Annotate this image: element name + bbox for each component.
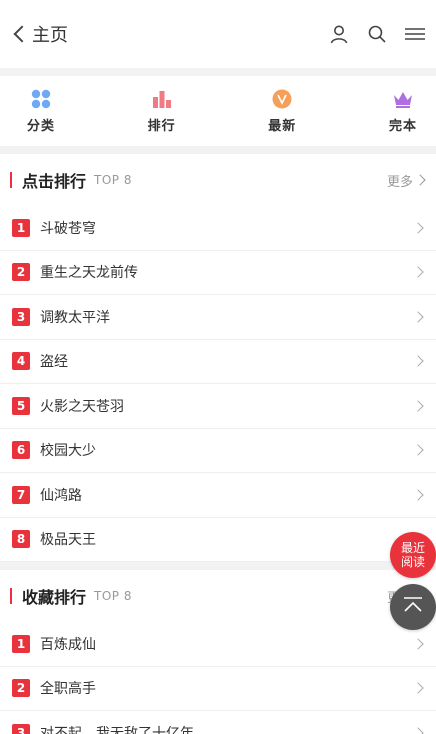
more-link[interactable]: 更多 <box>386 171 426 190</box>
section-header: 收藏排行 TOP 8 更多 <box>0 570 436 622</box>
list-item-left: 1 百炼成仙 <box>12 634 96 654</box>
new-badge-icon <box>271 88 293 110</box>
category-dots-icon <box>30 88 52 110</box>
chevron-right-icon <box>414 174 426 186</box>
list-item[interactable]: 3 调教太平洋 <box>0 295 436 340</box>
list-item[interactable]: 1 斗破苍穹 <box>0 206 436 251</box>
nav-newest[interactable]: 最新 <box>259 88 305 134</box>
list-item[interactable]: 2 全职高手 <box>0 667 436 711</box>
list-item-left: 2 重生之天龙前传 <box>12 262 138 282</box>
book-title: 全职高手 <box>40 681 96 698</box>
title-accent-bar <box>10 172 12 188</box>
nav-ranking-label: 排行 <box>147 119 176 134</box>
chevron-right-icon <box>412 638 424 650</box>
book-title: 百炼成仙 <box>40 636 96 653</box>
list-item-left: 7 仙鸿路 <box>12 485 82 505</box>
list-item-left: 8 极品天王 <box>12 529 96 549</box>
book-title: 极品天王 <box>40 532 96 549</box>
chevron-right-icon <box>412 727 424 734</box>
list-item-left: 4 盗经 <box>12 351 68 371</box>
header-actions <box>328 23 426 45</box>
list-item-left: 3 调教太平洋 <box>12 307 110 327</box>
search-icon[interactable] <box>366 23 388 45</box>
rank-badge: 2 <box>12 679 30 698</box>
top-header: 主页 <box>0 0 436 68</box>
book-title: 火影之天苍羽 <box>40 398 124 415</box>
chevron-right-icon <box>412 355 424 367</box>
nav-category[interactable]: 分类 <box>18 88 64 134</box>
nav-completed-label: 完本 <box>388 119 417 134</box>
nav-category-label: 分类 <box>26 119 55 134</box>
rank-badge: 5 <box>12 396 30 415</box>
collect-rank-list: 1 百炼成仙 2 全职高手 3 对不起，我无敌了十亿年 <box>0 622 436 734</box>
section-title: 收藏排行 TOP 8 <box>10 584 132 608</box>
nav-newest-label: 最新 <box>268 119 297 134</box>
section-subtitle: TOP 8 <box>94 589 132 603</box>
divider <box>0 68 436 76</box>
list-item-left: 3 对不起，我无敌了十亿年 <box>12 723 194 734</box>
click-rank-section: 点击排行 TOP 8 更多 1 斗破苍穹 2 重生之天龙前传 3 调教太平洋 4 盗经 5 火影之… <box>0 154 436 562</box>
rank-badge: 1 <box>12 634 30 653</box>
category-nav: 分类 排行 最新 完本 <box>0 76 436 146</box>
list-item[interactable]: 8 极品天王 <box>0 518 436 562</box>
click-rank-list: 1 斗破苍穹 2 重生之天龙前传 3 调教太平洋 4 盗经 5 火影之天苍羽 6 校园大少 7 仙鸿路 8 极… <box>0 206 436 562</box>
list-item[interactable]: 4 盗经 <box>0 340 436 384</box>
back-to-top-button[interactable] <box>390 584 436 630</box>
rank-badge: 3 <box>12 307 30 326</box>
list-item[interactable]: 7 仙鸿路 <box>0 473 436 518</box>
back-label: 主页 <box>32 25 68 46</box>
book-title: 重生之天龙前传 <box>40 265 138 282</box>
chevron-right-icon <box>412 682 424 694</box>
menu-icon[interactable] <box>404 23 426 45</box>
list-item[interactable]: 2 重生之天龙前传 <box>0 251 436 295</box>
recent-reading-label: 最近阅读 <box>400 541 425 569</box>
crown-icon <box>392 88 414 110</box>
chevron-left-icon <box>13 25 31 43</box>
rank-badge: 6 <box>12 441 30 460</box>
book-title: 调教太平洋 <box>40 309 110 326</box>
section-title-text: 收藏排行 <box>22 588 87 607</box>
section-title: 点击排行 TOP 8 <box>10 168 132 192</box>
list-item[interactable]: 5 火影之天苍羽 <box>0 384 436 429</box>
nav-ranking[interactable]: 排行 <box>139 88 185 134</box>
recent-reading-button[interactable]: 最近阅读 <box>390 532 436 578</box>
book-title: 对不起，我无敌了十亿年 <box>40 725 194 734</box>
user-icon[interactable] <box>328 23 350 45</box>
section-title-text: 点击排行 <box>22 172 87 191</box>
list-item[interactable]: 3 对不起，我无敌了十亿年 <box>0 711 436 734</box>
rank-badge: 1 <box>12 218 30 237</box>
rank-badge: 7 <box>12 485 30 504</box>
book-title: 斗破苍穹 <box>40 220 96 237</box>
rank-badge: 2 <box>12 263 30 282</box>
rank-badge: 8 <box>12 530 30 549</box>
back-home-button[interactable]: 主页 <box>12 21 68 47</box>
list-item[interactable]: 6 校园大少 <box>0 429 436 473</box>
more-label: 更多 <box>386 174 413 190</box>
book-title: 仙鸿路 <box>40 487 82 504</box>
list-item-left: 6 校园大少 <box>12 440 96 460</box>
rank-badge: 4 <box>12 352 30 371</box>
list-item-left: 1 斗破苍穹 <box>12 218 96 238</box>
bar-chart-icon <box>151 88 173 110</box>
chevron-right-icon <box>412 222 424 234</box>
list-item-left: 5 火影之天苍羽 <box>12 396 124 416</box>
section-subtitle: TOP 8 <box>94 173 132 187</box>
chevron-right-icon <box>412 311 424 323</box>
title-accent-bar <box>10 588 12 604</box>
chevron-right-icon <box>412 489 424 501</box>
chevron-right-icon <box>412 400 424 412</box>
list-item[interactable]: 1 百炼成仙 <box>0 622 436 667</box>
chevron-right-icon <box>412 444 424 456</box>
list-item-left: 2 全职高手 <box>12 678 96 698</box>
back-to-top-icon <box>402 596 424 618</box>
divider <box>0 146 436 154</box>
rank-badge: 3 <box>12 723 30 734</box>
chevron-right-icon <box>412 266 424 278</box>
nav-completed[interactable]: 完本 <box>380 88 426 134</box>
book-title: 校园大少 <box>40 443 96 460</box>
section-header: 点击排行 TOP 8 更多 <box>0 154 436 206</box>
divider <box>0 562 436 570</box>
book-title: 盗经 <box>40 354 68 371</box>
collect-rank-section: 收藏排行 TOP 8 更多 1 百炼成仙 2 全职高手 3 对不起，我无敌了十亿年 <box>0 570 436 734</box>
